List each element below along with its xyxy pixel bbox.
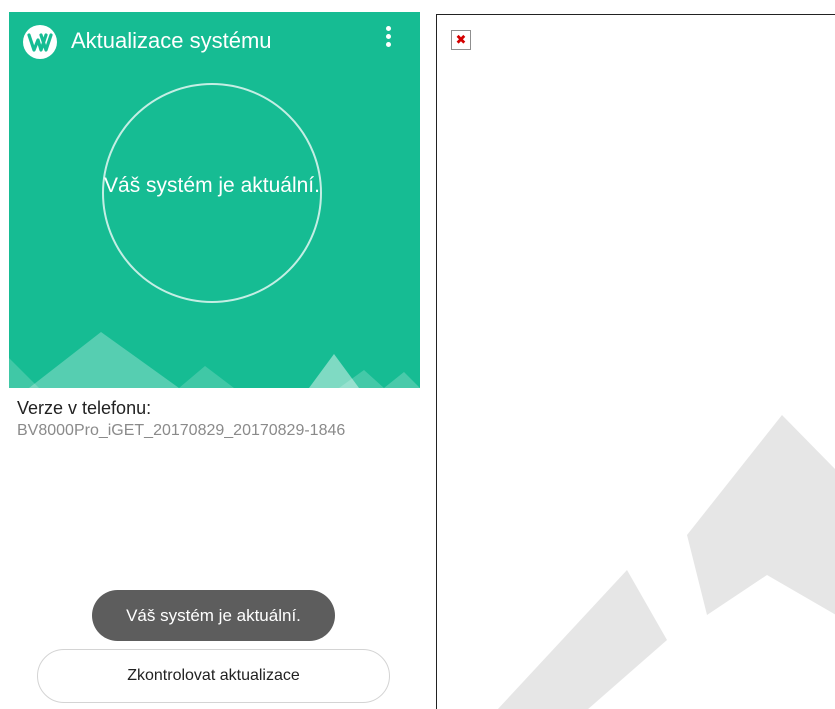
more-vert-icon xyxy=(385,26,391,31)
watermark-graphic xyxy=(497,415,835,709)
status-circle: Váš systém je aktuální. xyxy=(102,83,322,303)
status-message: Váš systém je aktuální. xyxy=(104,174,320,197)
app-title: Aktualizace systému xyxy=(71,28,272,53)
image-panel: ✖ xyxy=(436,14,835,709)
version-value: BV8000Pro_iGET_20170829_20170829-1846 xyxy=(17,422,346,439)
version-label: Verze v telefonu: xyxy=(17,398,152,418)
phone-screen: Aktualizace systému Váš systém je aktuál… xyxy=(0,0,430,709)
toast-message: Váš systém je aktuální. xyxy=(92,590,335,641)
more-options-button[interactable] xyxy=(382,26,394,52)
update-logo-icon xyxy=(23,25,57,59)
mountain-decoration xyxy=(9,332,420,388)
app-header: Aktualizace systému Váš systém je aktuál… xyxy=(9,12,420,388)
check-updates-button[interactable]: Zkontrolovat aktualizace xyxy=(37,649,390,703)
